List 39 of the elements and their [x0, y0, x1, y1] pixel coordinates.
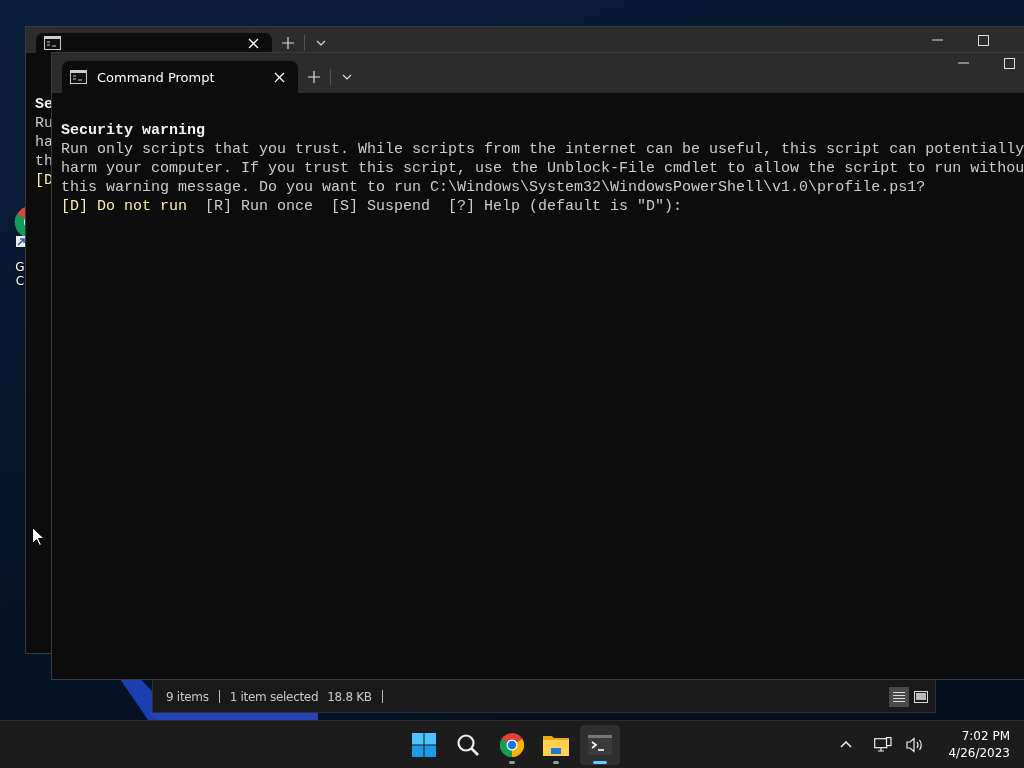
close-icon [273, 71, 285, 83]
caret-up-icon [840, 741, 853, 748]
browser-icon [500, 732, 524, 757]
console-text: harm your computer. If you trust this script, use the Unblock-File cmdlet to allow the script to run withou [61, 160, 1024, 177]
taskbar-button[interactable] [580, 724, 620, 765]
selection-info: 1 item selected [229, 689, 319, 704]
search-icon [456, 732, 480, 757]
close-icon [247, 37, 259, 49]
speaker-icon [906, 736, 925, 753]
mouse-cursor-icon [32, 527, 44, 546]
shortcut-label: G C [15, 260, 25, 288]
console-text: Run only scripts that you trust. While scripts from the internet can be useful, this script can potentially [61, 141, 1024, 158]
console-text: ha [35, 134, 53, 151]
windows-logo-icon [412, 732, 436, 757]
plus-icon [282, 37, 294, 49]
clock[interactable]: 7:02 PM 4/26/2023 [934, 727, 1010, 762]
terminal-icon [70, 70, 87, 84]
plus-icon [308, 71, 320, 83]
terminal-tab[interactable]: Command Prompt [62, 61, 298, 93]
network-icon [874, 736, 893, 753]
preview-icon [914, 690, 928, 703]
terminal-icon [588, 734, 612, 755]
minimize-icon [957, 62, 969, 64]
folder-icon [543, 733, 569, 756]
chevron-down-icon [342, 74, 352, 80]
maximize-icon [1003, 57, 1015, 69]
terminal-icon [44, 36, 61, 50]
selection-size: 18.8 KB [327, 689, 372, 704]
maximize-icon [977, 34, 989, 46]
list-icon [892, 690, 906, 703]
console-text: [D] Do not run [61, 198, 188, 215]
details-view-button[interactable] [889, 686, 909, 707]
terminal-tab[interactable] [36, 33, 272, 53]
minimize-icon [931, 39, 943, 41]
console-text: this warning message. Do you want to run C:\Windows\System32\WindowsPowerShell\v1.0\profile.ps1? [61, 179, 926, 196]
chevron-down-icon [316, 40, 326, 46]
console-text: [R] Run once [S] Suspend [?] Help (default is "D"): [204, 198, 683, 215]
item-count: 9 items [166, 689, 209, 704]
console-heading: Security warning [61, 122, 206, 139]
